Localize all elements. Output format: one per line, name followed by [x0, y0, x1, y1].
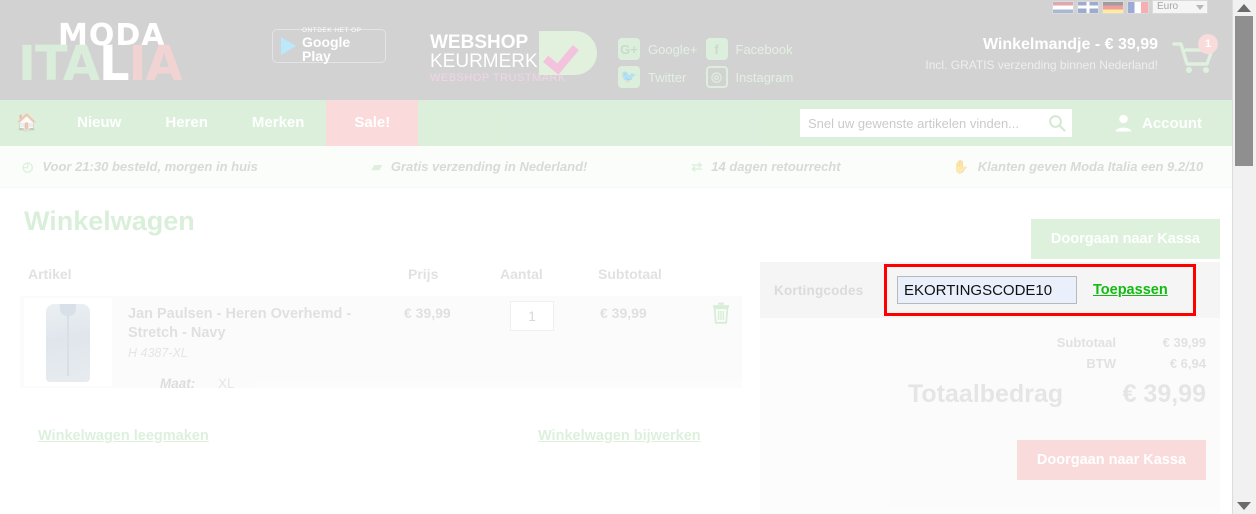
coupon-panel: Kortingcodes Toepassen: [760, 262, 1220, 318]
usp-text-delivery: Voor 21:30 besteld, morgen in huis: [42, 159, 258, 174]
nav-item-sale[interactable]: Sale!: [326, 100, 419, 146]
search-icon[interactable]: [1042, 109, 1072, 137]
language-selector: Euro: [1052, 0, 1208, 14]
flag-fr-icon[interactable]: [1127, 0, 1149, 14]
grand-total-value: € 39,99: [1122, 380, 1206, 408]
coupon-highlight-region: Toepassen: [884, 264, 1196, 316]
product-size-label: Maat:: [160, 376, 196, 391]
logo-italia-red: IA: [128, 36, 183, 92]
coupon-input[interactable]: [897, 276, 1077, 304]
social-label-facebook[interactable]: Facebook: [736, 42, 794, 57]
trash-icon[interactable]: [712, 302, 730, 324]
update-cart-link[interactable]: Winkelwagen bijwerken: [538, 428, 701, 444]
apply-coupon-link[interactable]: Toepassen: [1093, 282, 1168, 298]
usp-text-returns: 14 dagen retourrecht: [711, 159, 841, 174]
google-play-big-text: Google Play: [302, 33, 351, 65]
exchange-icon: ⇄: [691, 158, 703, 174]
home-icon[interactable]: 🏠: [0, 100, 55, 146]
column-header-prijs: Prijs: [408, 266, 439, 282]
product-subtotal: € 39,99: [600, 305, 647, 321]
vat-value: € 6,94: [1169, 356, 1206, 371]
table-row: Jan Paulsen - Heren Overhemd - Stretch -…: [20, 296, 742, 391]
totals-panel: Subtotaal € 39,99 BTW € 6,94 Totaalbedra…: [760, 318, 1220, 514]
usp-item-returns: ⇄ 14 dagen retourrecht: [691, 159, 840, 175]
product-price: € 39,99: [404, 305, 451, 321]
usp-item-rating: ✋ Klanten geven Moda Italia een 9.2/10: [953, 159, 1204, 175]
chevron-down-icon: [1196, 5, 1204, 10]
quantity-input[interactable]: 1: [510, 301, 554, 331]
account-label: Account: [1142, 114, 1202, 132]
currency-value: Euro: [1157, 1, 1179, 12]
page-title: Winkelwagen: [24, 206, 195, 236]
clear-cart-link[interactable]: Winkelwagen leegmaken: [38, 428, 209, 444]
flag-de-icon[interactable]: [1102, 0, 1124, 14]
main-navigation: 🏠 Nieuw Heren Merken Sale! Account: [0, 100, 1232, 146]
logo-italia-text: ITALIA: [18, 40, 183, 88]
webshop-keurmerk-logo[interactable]: WEBSHOP KEURMERK WEBSHOP TRUSTMARK: [430, 31, 597, 90]
page-root: Euro MODA ITALIA ONTDEK HET OP Google Pl…: [0, 0, 1256, 514]
product-size-value: XL: [218, 376, 235, 391]
subtotal-value: € 39,99: [1162, 335, 1206, 350]
column-header-subtotaal: Subtotaal: [598, 266, 662, 282]
vat-label: BTW: [1086, 356, 1116, 371]
flag-nl-icon[interactable]: [1052, 0, 1074, 14]
logo-italia-green: ITA: [18, 36, 100, 92]
coupon-label: Kortingcodes: [774, 282, 864, 298]
social-label-googleplus[interactable]: Google+: [648, 42, 698, 57]
cart-table-header: Artikel Prijs Aantal Subtotaal: [24, 266, 742, 294]
cart-icon[interactable]: 1: [1172, 34, 1218, 82]
facebook-icon[interactable]: f: [705, 38, 728, 60]
cart-summary-panel: Doorgaan naar Kassa Kortingcodes Toepass…: [760, 188, 1232, 514]
account-link[interactable]: Account: [1115, 100, 1202, 146]
checkmark-icon: [539, 31, 597, 75]
usp-item-shipping: ▰ Gratis verzending in Nederland!: [372, 159, 588, 175]
logo-italia-white: L: [99, 36, 130, 92]
instagram-icon[interactable]: ◎: [705, 66, 728, 88]
subtotal-label: Subtotaal: [1056, 335, 1116, 350]
scrollbar-thumb[interactable]: [1235, 16, 1253, 166]
checkout-button-top[interactable]: Doorgaan naar Kassa: [1030, 219, 1220, 259]
column-header-artikel: Artikel: [28, 266, 72, 282]
page-scrollbar[interactable]: [1232, 0, 1256, 514]
checkout-button-bottom[interactable]: Doorgaan naar Kassa: [1016, 440, 1206, 480]
mini-cart-subtitle: Incl. GRATIS verzending binnen Nederland…: [925, 58, 1158, 72]
social-label-instagram[interactable]: Instagram: [736, 70, 794, 85]
cart-badge-count: 1: [1198, 34, 1218, 54]
currency-select[interactable]: Euro: [1152, 0, 1208, 14]
site-logo[interactable]: MODA ITALIA: [18, 16, 248, 98]
clock-icon: ◴: [22, 158, 34, 174]
shirt-image: [46, 304, 90, 382]
google-play-badge[interactable]: ONTDEK HET OP Google Play: [272, 27, 386, 65]
search-box[interactable]: [800, 109, 1072, 137]
mini-cart-title: Winkelmandje - € 39,99: [982, 36, 1158, 53]
user-icon: [1115, 114, 1132, 132]
flag-gb-icon[interactable]: [1077, 0, 1099, 14]
twitter-icon[interactable]: 🐦: [618, 66, 640, 88]
nav-item-heren[interactable]: Heren: [143, 100, 230, 146]
column-header-aantal: Aantal: [500, 266, 543, 282]
top-utility-bar: Euro: [0, 0, 1232, 14]
nav-item-nieuw[interactable]: Nieuw: [55, 100, 143, 146]
nav-item-merken[interactable]: Merken: [230, 100, 327, 146]
thumbs-up-icon: ✋: [952, 158, 969, 174]
google-play-icon: [281, 37, 296, 55]
product-sku: H 4387-XL: [128, 346, 188, 360]
scroll-up-icon[interactable]: [1237, 4, 1251, 12]
usp-text-shipping: Gratis verzending in Nederland!: [390, 159, 588, 174]
site-header: MODA ITALIA ONTDEK HET OP Google Play WE…: [0, 14, 1232, 100]
product-thumbnail[interactable]: [24, 298, 112, 386]
truck-icon: ▰: [371, 158, 382, 174]
social-links: G+ Google+ f Facebook 🐦 Twitter ◎ Instag…: [618, 38, 793, 88]
product-name[interactable]: Jan Paulsen - Heren Overhemd - Stretch -…: [128, 305, 378, 343]
grand-total-label: Totaalbedrag: [908, 380, 1064, 408]
google-plus-icon[interactable]: G+: [618, 38, 640, 60]
mini-cart[interactable]: Winkelmandje - € 39,99 Incl. GRATIS verz…: [925, 34, 1218, 73]
scroll-down-icon[interactable]: [1237, 502, 1251, 510]
usp-item-delivery: ◴ Voor 21:30 besteld, morgen in huis: [22, 159, 258, 175]
search-input[interactable]: [800, 115, 1042, 131]
usp-bar: ◴ Voor 21:30 besteld, morgen in huis ▰ G…: [0, 146, 1232, 188]
usp-text-rating: Klanten geven Moda Italia een 9.2/10: [977, 159, 1204, 174]
social-label-twitter[interactable]: Twitter: [648, 70, 698, 85]
